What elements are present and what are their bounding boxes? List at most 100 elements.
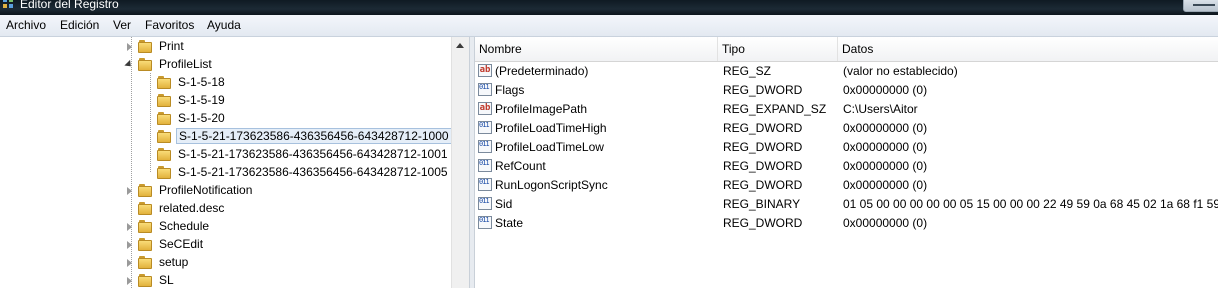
tree-guide-line <box>150 73 151 172</box>
tree-item-label: ProfileNotification <box>159 183 253 197</box>
value-row[interactable]: 011 110ProfileLoadTimeHigh REG_DWORD 0x000… <box>475 119 1218 138</box>
menu-edicion[interactable]: Edición <box>60 18 99 32</box>
column-header-tipo[interactable]: Tipo <box>718 37 838 61</box>
value-type: REG_DWORD <box>723 216 803 230</box>
menu-ayuda[interactable]: Ayuda <box>207 18 241 32</box>
tree-scrollbar[interactable] <box>451 37 469 288</box>
folder-icon <box>138 58 152 72</box>
folder-icon <box>157 130 171 144</box>
key-tree[interactable]: Print ProfileList S-1-5-18 S-1-5-19 S-1-5-20… <box>0 37 451 288</box>
value-type: REG_EXPAND_SZ <box>723 102 827 116</box>
binary-value-icon: 011 110 <box>478 197 492 210</box>
value-data: 0x00000000 (0) <box>843 121 928 135</box>
value-name: RunLogonScriptSync <box>495 178 608 192</box>
value-name: Sid <box>495 197 513 211</box>
folder-icon <box>138 184 152 198</box>
window-title: Editor del Registro <box>20 0 119 11</box>
folder-icon <box>138 40 152 54</box>
expand-arrow-icon[interactable] <box>127 241 132 249</box>
value-type: REG_SZ <box>723 64 772 78</box>
string-value-icon: ab <box>478 102 492 115</box>
value-type: REG_DWORD <box>723 121 803 135</box>
value-data: 0x00000000 (0) <box>843 83 928 97</box>
value-name: ProfileLoadTimeHigh <box>495 121 607 135</box>
binary-value-icon: 011 110 <box>478 121 492 134</box>
value-row[interactable]: 011 110RunLogonScriptSync REG_DWORD 0x0000… <box>475 176 1218 195</box>
tree-item-label: SL <box>159 273 174 287</box>
value-data: (valor no establecido) <box>843 64 958 78</box>
value-name: State <box>495 216 524 230</box>
column-header-datos[interactable]: Datos <box>838 37 1218 61</box>
value-row[interactable]: 011 110RefCount REG_DWORD 0x00000000 (0) <box>475 157 1218 176</box>
value-name: Flags <box>495 83 525 97</box>
tree-item-label: setup <box>159 255 189 269</box>
tree-guide-line <box>131 37 132 288</box>
menu-archivo[interactable]: Archivo <box>6 18 46 32</box>
folder-icon <box>157 112 171 126</box>
folder-icon <box>138 202 152 216</box>
value-data: 0x00000000 (0) <box>843 216 928 230</box>
value-name: RefCount <box>495 159 546 173</box>
tree-item-label: Print <box>159 39 184 53</box>
binary-value-icon: 011 110 <box>478 83 492 96</box>
expand-arrow-icon[interactable] <box>127 187 132 195</box>
tree-item-label: Schedule <box>159 219 210 233</box>
tree-item-label: S-1-5-21-173623586-436356456-643428712-1… <box>176 128 451 144</box>
value-row[interactable]: ab ProfileImagePath REG_EXPAND_SZ C:\Users\… <box>475 100 1218 119</box>
tree-item-label: ProfileList <box>159 57 212 71</box>
folder-icon <box>138 220 152 234</box>
binary-value-icon: 011 110 <box>478 178 492 191</box>
column-header-nombre[interactable]: Nombre <box>475 37 718 61</box>
value-type: REG_BINARY <box>723 197 801 211</box>
expand-arrow-icon[interactable] <box>127 43 132 51</box>
tree-item-label: S-1-5-18 <box>178 75 225 89</box>
values-list[interactable]: Nombre Tipo Datos ab (Predeterminado) REG_… <box>475 37 1218 288</box>
menu-favoritos[interactable]: Favoritos <box>145 18 194 32</box>
folder-icon <box>157 166 171 180</box>
value-type: REG_DWORD <box>723 159 803 173</box>
value-row[interactable]: 011 110ProfileLoadTimeLow REG_DWORD 0x0000… <box>475 138 1218 157</box>
collapse-arrow-icon[interactable] <box>124 59 134 70</box>
menu-bar: Archivo Edición Ver Favoritos Ayuda <box>0 15 1218 37</box>
binary-value-icon: 011 110 <box>478 216 492 229</box>
value-type: REG_DWORD <box>723 140 803 154</box>
value-type: REG_DWORD <box>723 83 803 97</box>
expand-arrow-icon[interactable] <box>127 223 132 231</box>
registry-editor-icon <box>3 0 13 8</box>
value-data: 0x00000000 (0) <box>843 159 928 173</box>
menu-ver[interactable]: Ver <box>113 18 131 32</box>
value-row[interactable]: ab (Predeterminado) REG_SZ (valor no establ… <box>475 62 1218 81</box>
title-bar: Editor del Registro <box>0 0 1218 15</box>
tree-item-label: related.desc <box>159 201 225 215</box>
folder-icon <box>138 274 152 288</box>
minimize-icon <box>1193 4 1215 6</box>
expand-arrow-icon[interactable] <box>127 277 132 285</box>
tree-item-label: S-1-5-19 <box>178 93 225 107</box>
value-row[interactable]: 011 110State REG_DWORD 0x00000000 (0) <box>475 214 1218 233</box>
folder-icon <box>157 94 171 108</box>
folder-icon <box>157 148 171 162</box>
value-row[interactable]: 011 110Flags REG_DWORD 0x00000000 (0) <box>475 81 1218 100</box>
folder-icon <box>157 76 171 90</box>
minimize-button[interactable] <box>1183 0 1218 12</box>
value-type: REG_DWORD <box>723 178 803 192</box>
binary-value-icon: 011 110 <box>478 159 492 172</box>
tree-item-label: S-1-5-20 <box>178 111 225 125</box>
value-row[interactable]: 011 110Sid REG_BINARY 01 05 00 00 00 00 00… <box>475 195 1218 214</box>
value-name: (Predeterminado) <box>495 64 589 78</box>
value-data: 0x00000000 (0) <box>843 140 928 154</box>
folder-icon <box>138 238 152 252</box>
value-data: 0x00000000 (0) <box>843 178 928 192</box>
tree-item-label: SeCEdit <box>159 237 204 251</box>
value-data: C:\Users\Aitor <box>843 102 918 116</box>
expand-arrow-icon[interactable] <box>127 259 132 267</box>
string-value-icon: ab <box>478 64 492 77</box>
tree-item-label: S-1-5-21-173623586-436356456-643428712-1… <box>178 147 448 161</box>
list-header: Nombre Tipo Datos <box>475 37 1218 62</box>
value-name: ProfileLoadTimeLow <box>495 140 604 154</box>
binary-value-icon: 011 110 <box>478 140 492 153</box>
value-name: ProfileImagePath <box>495 102 588 116</box>
scroll-up-icon[interactable] <box>456 43 464 48</box>
tree-item-label: S-1-5-21-173623586-436356456-643428712-1… <box>178 165 448 179</box>
folder-icon <box>138 256 152 270</box>
